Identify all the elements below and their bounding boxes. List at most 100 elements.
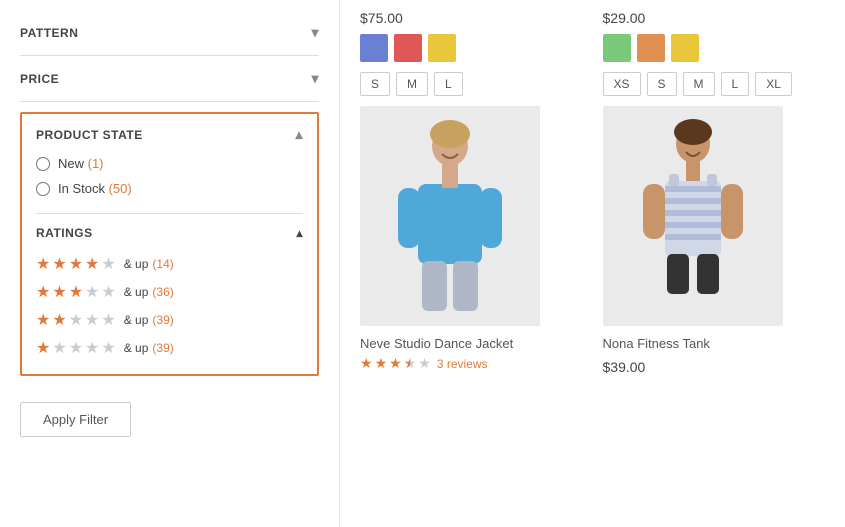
product-state-header[interactable]: PRODUCT STATE ▴ [36, 126, 303, 143]
ratings-section: RATINGS ▴ ★ ★ ★ ★ ★ & up (14) [22, 214, 317, 374]
sidebar: PATTERN ▾ PRICE ▾ PRODUCT STATE ▴ New (1 [0, 0, 340, 527]
option-instock-count: (50) [109, 181, 132, 196]
product-1-name: Neve Studio Dance Jacket [360, 336, 513, 351]
filter-option-new[interactable]: New (1) [36, 151, 303, 176]
stars-2: ★ ★ ★ ★ ★ [36, 310, 116, 330]
product-1-sizes: S M L [360, 72, 463, 96]
size-s[interactable]: S [647, 72, 677, 96]
product-1-price: $75.00 [360, 10, 403, 26]
star5: ★ [101, 338, 115, 358]
rating-row-2[interactable]: ★ ★ ★ ★ ★ & up (39) [36, 306, 303, 334]
rating-row-3[interactable]: ★ ★ ★ ★ ★ & up (36) [36, 278, 303, 306]
swatch-yellow[interactable] [671, 34, 699, 62]
ratings-label: RATINGS [36, 226, 93, 240]
option-new-count: (1) [88, 156, 104, 171]
star1: ★ [36, 282, 50, 302]
star5: ★ [101, 254, 115, 274]
price-chevron: ▾ [311, 70, 319, 87]
star3: ★ [389, 355, 402, 372]
option-new-label: New (1) [58, 156, 104, 171]
star1: ★ [36, 338, 50, 358]
size-m[interactable]: M [396, 72, 428, 96]
star3: ★ [69, 282, 83, 302]
swatch-blue[interactable] [360, 34, 388, 62]
star5: ★ [101, 310, 115, 330]
rating-text-2: & up [124, 313, 149, 327]
rating-text-4: & up [124, 257, 149, 271]
size-xs[interactable]: XS [603, 72, 641, 96]
product-2-price: $29.00 [603, 10, 646, 26]
product-1-stars: ★ ★ ★ ★ ★ [360, 355, 431, 372]
star5: ★ [101, 282, 115, 302]
star2: ★ [52, 282, 66, 302]
stars-3: ★ ★ ★ ★ ★ [36, 282, 116, 302]
ratings-header[interactable]: RATINGS ▴ [36, 226, 303, 240]
rating-text-1: & up [124, 341, 149, 355]
product-grid: $75.00 S M L [340, 0, 845, 527]
filter-option-instock[interactable]: In Stock (50) [36, 176, 303, 201]
product-2-image [603, 106, 783, 326]
star5: ★ [418, 355, 431, 372]
rating-count-1: (39) [152, 341, 173, 355]
swatch-green[interactable] [603, 34, 631, 62]
star4: ★ [85, 310, 99, 330]
rating-count-3: (36) [152, 285, 173, 299]
stars-4: ★ ★ ★ ★ ★ [36, 254, 116, 274]
product-1-swatches [360, 34, 456, 62]
swatch-orange[interactable] [637, 34, 665, 62]
size-s[interactable]: S [360, 72, 390, 96]
product-2-svg [633, 116, 753, 316]
price-section: PRICE ▾ [20, 56, 319, 102]
pattern-header[interactable]: PATTERN ▾ [20, 24, 319, 41]
price-label: PRICE [20, 72, 59, 86]
star4: ★ [85, 282, 99, 302]
star2: ★ [375, 355, 388, 372]
product-1-svg [390, 116, 510, 316]
star2: ★ [52, 338, 66, 358]
star2: ★ [52, 310, 66, 330]
star4: ★ [85, 254, 99, 274]
star1: ★ [360, 355, 373, 372]
product-2-swatches [603, 34, 699, 62]
star3: ★ [69, 338, 83, 358]
price-header[interactable]: PRICE ▾ [20, 70, 319, 87]
star1: ★ [36, 310, 50, 330]
star2: ★ [52, 254, 66, 274]
radio-new[interactable] [36, 157, 50, 171]
option-instock-label: In Stock (50) [58, 181, 132, 196]
product-2-sizes: XS S M L XL [603, 72, 792, 96]
pattern-label: PATTERN [20, 26, 78, 40]
ratings-chevron: ▴ [296, 226, 303, 240]
rating-row-4[interactable]: ★ ★ ★ ★ ★ & up (14) [36, 250, 303, 278]
size-l[interactable]: L [721, 72, 750, 96]
product-1: $75.00 S M L [360, 10, 583, 517]
stars-1: ★ ★ ★ ★ ★ [36, 338, 116, 358]
rating-row-1[interactable]: ★ ★ ★ ★ ★ & up (39) [36, 334, 303, 362]
product-state-section: PRODUCT STATE ▴ New (1) In Stock (50) [22, 114, 317, 213]
rating-text-3: & up [124, 285, 149, 299]
star3: ★ [69, 310, 83, 330]
product-1-reviews: ★ ★ ★ ★ ★ 3 reviews [360, 355, 488, 372]
apply-filter-button[interactable]: Apply Filter [20, 402, 131, 437]
size-xl[interactable]: XL [755, 72, 792, 96]
product-state-label: PRODUCT STATE [36, 128, 143, 142]
highlighted-filter-wrapper: PRODUCT STATE ▴ New (1) In Stock (50) RA… [20, 112, 319, 376]
swatch-red[interactable] [394, 34, 422, 62]
rating-count-4: (14) [152, 257, 173, 271]
rating-count-2: (39) [152, 313, 173, 327]
product-2-name: Nona Fitness Tank [603, 336, 710, 351]
star4-half: ★ [404, 355, 417, 372]
product-2-bottom-price: $39.00 [603, 359, 646, 375]
star1: ★ [36, 254, 50, 274]
size-m[interactable]: M [683, 72, 715, 96]
radio-instock[interactable] [36, 182, 50, 196]
size-l[interactable]: L [434, 72, 463, 96]
product-2: $29.00 XS S M L XL [603, 10, 826, 517]
product-state-chevron: ▴ [295, 126, 303, 143]
pattern-section: PATTERN ▾ [20, 10, 319, 56]
product-1-review-count: 3 reviews [437, 357, 488, 371]
star3: ★ [69, 254, 83, 274]
product-1-image [360, 106, 540, 326]
pattern-chevron: ▾ [311, 24, 319, 41]
swatch-yellow[interactable] [428, 34, 456, 62]
